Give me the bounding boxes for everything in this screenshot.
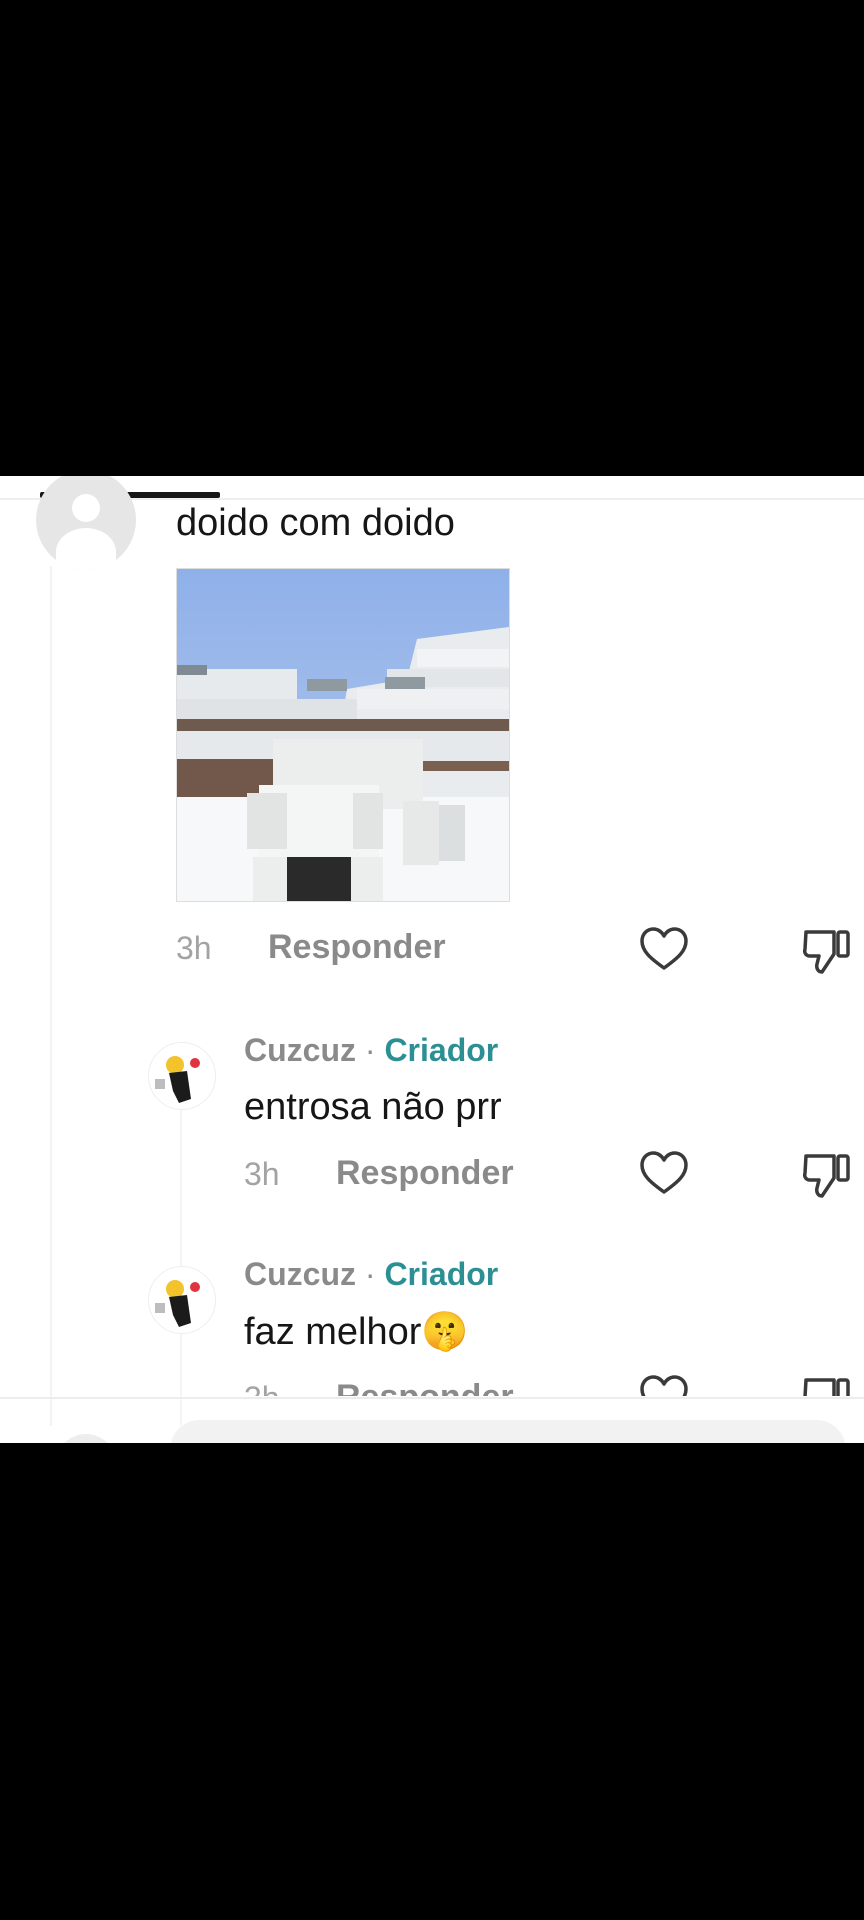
minecraft-snow-scene — [177, 569, 509, 901]
reply-text: faz melhor🤫 — [244, 1311, 469, 1353]
reply-timestamp: 3h — [244, 1380, 280, 1396]
comment-text: doido com doido — [176, 502, 455, 544]
reply-author-line: Cuzcuz · Criador — [244, 1256, 498, 1293]
thread-line — [50, 566, 52, 1426]
like-icon[interactable] — [638, 1372, 690, 1396]
comment-gif-image[interactable] — [176, 568, 510, 902]
dislike-icon[interactable] — [800, 1148, 852, 1200]
comments-panel: doido com doido 3h Responder Cuzcuz · Cr… — [0, 476, 864, 1443]
default-avatar-icon[interactable] — [36, 476, 136, 570]
creator-avatar-image — [155, 1056, 200, 1103]
cut-off-action-row: 3h Responder — [0, 1370, 864, 1396]
comment-input[interactable] — [170, 1420, 846, 1443]
composer-avatar — [56, 1434, 116, 1443]
reply-button[interactable]: Responder — [336, 1154, 514, 1193]
reply-button[interactable]: Responder — [336, 1378, 514, 1396]
dislike-icon[interactable] — [800, 924, 852, 976]
creator-avatar[interactable] — [148, 1266, 216, 1334]
reply-timestamp: 3h — [244, 1156, 280, 1192]
like-icon[interactable] — [638, 1148, 690, 1200]
composer-divider — [0, 1397, 864, 1399]
creator-badge: Criador — [384, 1256, 499, 1292]
reply-author-line: Cuzcuz · Criador — [244, 1032, 498, 1069]
creator-avatar-image — [155, 1280, 200, 1327]
dislike-icon[interactable] — [800, 1372, 852, 1396]
creator-avatar[interactable] — [148, 1042, 216, 1110]
comment-timestamp: 3h — [176, 930, 212, 966]
reply-text: entrosa não prr — [244, 1086, 502, 1128]
author-separator: · — [356, 1256, 385, 1292]
reply-author-name[interactable]: Cuzcuz — [244, 1032, 356, 1068]
like-icon[interactable] — [638, 924, 690, 976]
avatar-shoulders — [56, 528, 116, 570]
reply-author-name[interactable]: Cuzcuz — [244, 1256, 356, 1292]
author-separator: · — [356, 1032, 385, 1068]
reply-button[interactable]: Responder — [268, 928, 446, 967]
creator-badge: Criador — [384, 1032, 499, 1068]
avatar-head — [72, 494, 100, 522]
